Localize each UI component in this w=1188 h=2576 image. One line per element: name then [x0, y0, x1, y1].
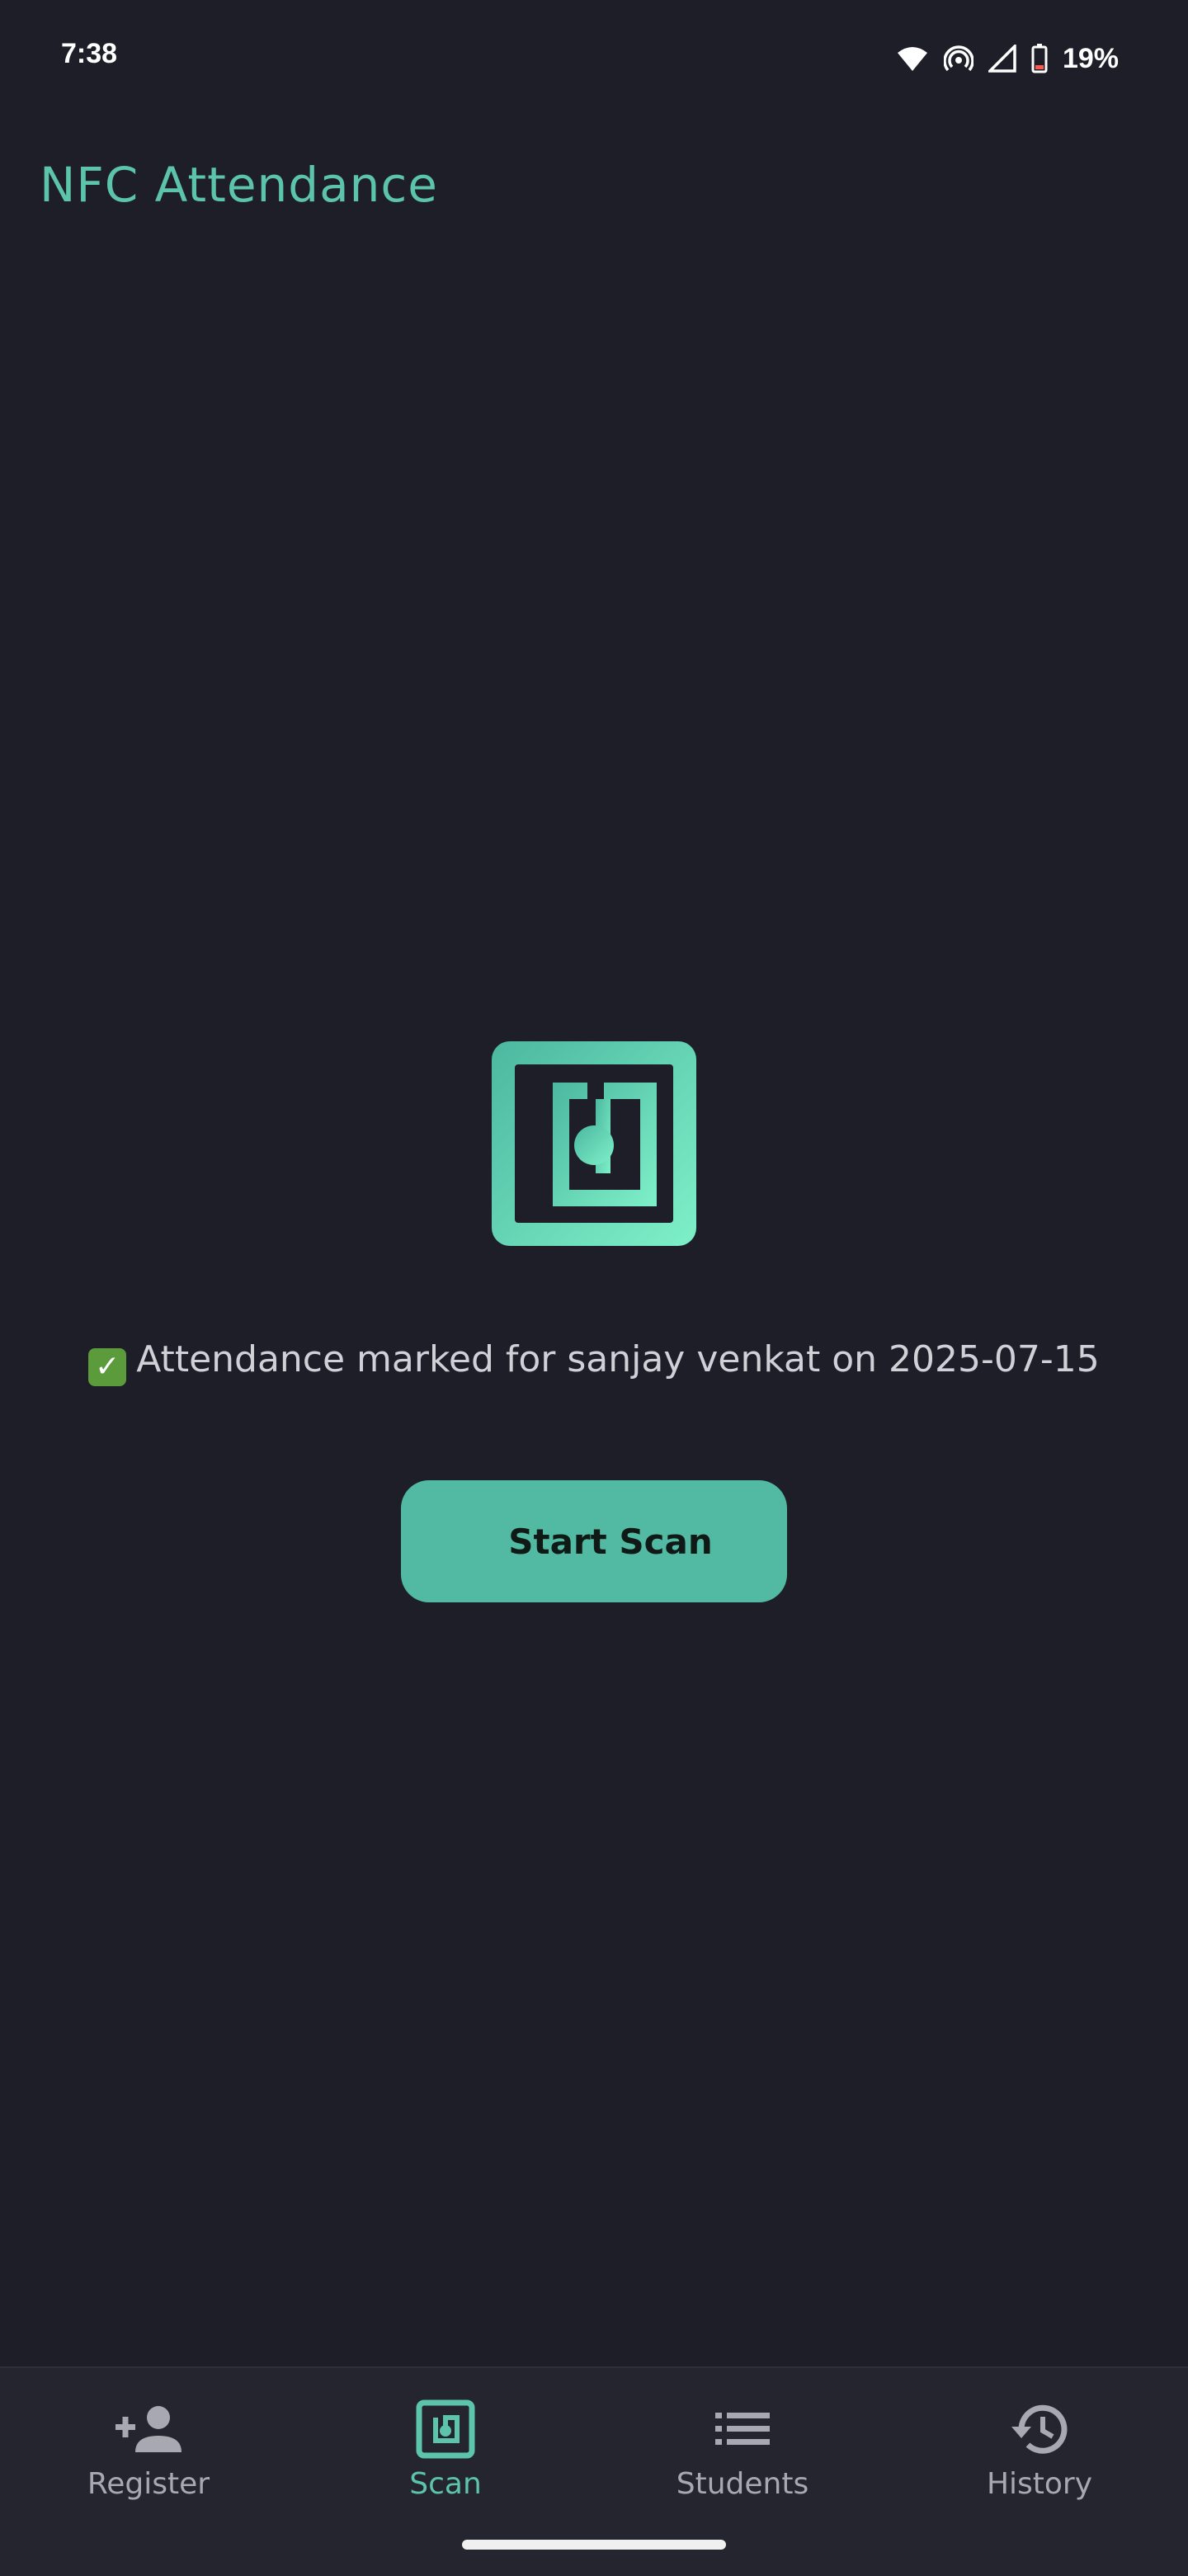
nav-item-register[interactable]: Register [0, 2368, 297, 2533]
status-time: 7:38 [61, 38, 118, 69]
attendance-status-text: Attendance marked for sanjay venkat on 2… [136, 1338, 1100, 1380]
list-icon [715, 2413, 770, 2445]
bottom-navigation: Register Scan Students History [0, 2366, 1188, 2576]
hotspot-icon [943, 45, 974, 72]
start-scan-button[interactable]: Start Scan [401, 1480, 787, 1602]
nav-item-history[interactable]: History [891, 2368, 1188, 2533]
nav-label-history: History [986, 2467, 1093, 2501]
home-indicator[interactable] [462, 2540, 726, 2550]
battery-icon [1031, 44, 1048, 73]
status-icons: 19% [896, 38, 1119, 79]
nfc-icon [416, 2399, 475, 2459]
nav-label-scan: Scan [409, 2467, 482, 2501]
nav-label-students: Students [676, 2467, 809, 2501]
nfc-logo-icon [492, 1041, 696, 1246]
signal-icon [988, 45, 1016, 73]
battery-percentage: 19% [1062, 42, 1119, 74]
nav-item-scan[interactable]: Scan [297, 2368, 594, 2533]
status-bar: 7:38 19% [0, 0, 1188, 116]
history-icon [1011, 2404, 1068, 2454]
nav-item-students[interactable]: Students [594, 2368, 891, 2533]
wifi-icon [897, 47, 927, 71]
check-icon: ✓ [88, 1348, 127, 1386]
attendance-status-message: ✓ Attendance marked for sanjay venkat on … [0, 1338, 1188, 1386]
person-add-icon [116, 2406, 182, 2452]
nav-label-register: Register [87, 2467, 210, 2501]
app-title: NFC Attendance [40, 157, 438, 213]
